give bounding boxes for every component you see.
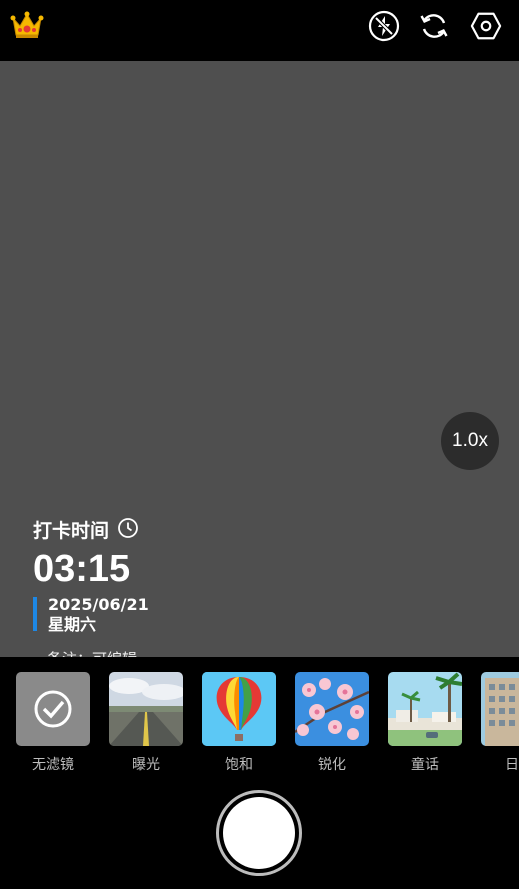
filter-exposure[interactable]: 曝光: [109, 672, 183, 774]
top-toolbar: [0, 0, 519, 61]
shutter-inner: [223, 797, 295, 869]
accent-bar: [33, 597, 37, 631]
check-icon: [34, 690, 72, 728]
watermark-date-block: 2025/06/21 星期六: [33, 595, 149, 635]
filter-japanese-thumbnail[interactable]: [481, 672, 519, 746]
watermark-time: 03:15: [33, 548, 131, 590]
palm-street-image: [388, 672, 462, 746]
building-image: [481, 672, 519, 746]
flash-off-icon[interactable]: [368, 10, 400, 42]
filter-fairytale-thumbnail[interactable]: [388, 672, 462, 746]
camera-viewfinder[interactable]: 1.0x 打卡时间 03:15 2025/06/21 星期六 备注：可编辑: [0, 61, 519, 657]
zoom-button[interactable]: 1.0x: [441, 412, 499, 470]
watermark-title: 打卡时间: [33, 520, 110, 542]
switch-camera-icon[interactable]: [418, 10, 450, 42]
cherry-blossom-image: [295, 672, 369, 746]
filter-exposure-thumbnail[interactable]: [109, 672, 183, 746]
filter-label: 饱和: [225, 757, 253, 773]
road-image: [109, 672, 183, 746]
hot-air-balloon-image: [202, 672, 276, 746]
filter-sharpen[interactable]: 锐化: [295, 672, 369, 774]
filter-saturation[interactable]: 饱和: [202, 672, 276, 774]
filter-japanese[interactable]: 日: [481, 672, 519, 774]
filter-none-thumbnail[interactable]: [16, 672, 90, 746]
watermark-note: 备注：可编辑: [47, 648, 137, 657]
filter-label: 曝光: [132, 757, 160, 773]
filter-none[interactable]: 无滤镜: [16, 672, 90, 774]
clock-in-watermark[interactable]: 打卡时间 03:15 2025/06/21 星期六 备注：可编辑: [33, 516, 149, 657]
filter-strip[interactable]: 无滤镜 曝光 饱和 锐化 童话 日: [0, 657, 519, 777]
bottom-controls: [0, 777, 519, 889]
watermark-date: 2025/06/21: [48, 595, 149, 614]
filter-fairytale[interactable]: 童话: [388, 672, 462, 774]
watermark-weekday: 星期六: [48, 615, 97, 634]
settings-hexagon-icon[interactable]: [470, 10, 502, 42]
filter-label: 日: [505, 757, 519, 773]
shutter-button[interactable]: [216, 790, 302, 876]
filter-label: 无滤镜: [32, 757, 74, 773]
filter-label: 锐化: [318, 757, 346, 773]
crown-icon[interactable]: [10, 10, 44, 40]
filter-saturation-thumbnail[interactable]: [202, 672, 276, 746]
filter-sharpen-thumbnail[interactable]: [295, 672, 369, 746]
filter-label: 童话: [411, 757, 439, 773]
clock-icon: [117, 517, 139, 543]
